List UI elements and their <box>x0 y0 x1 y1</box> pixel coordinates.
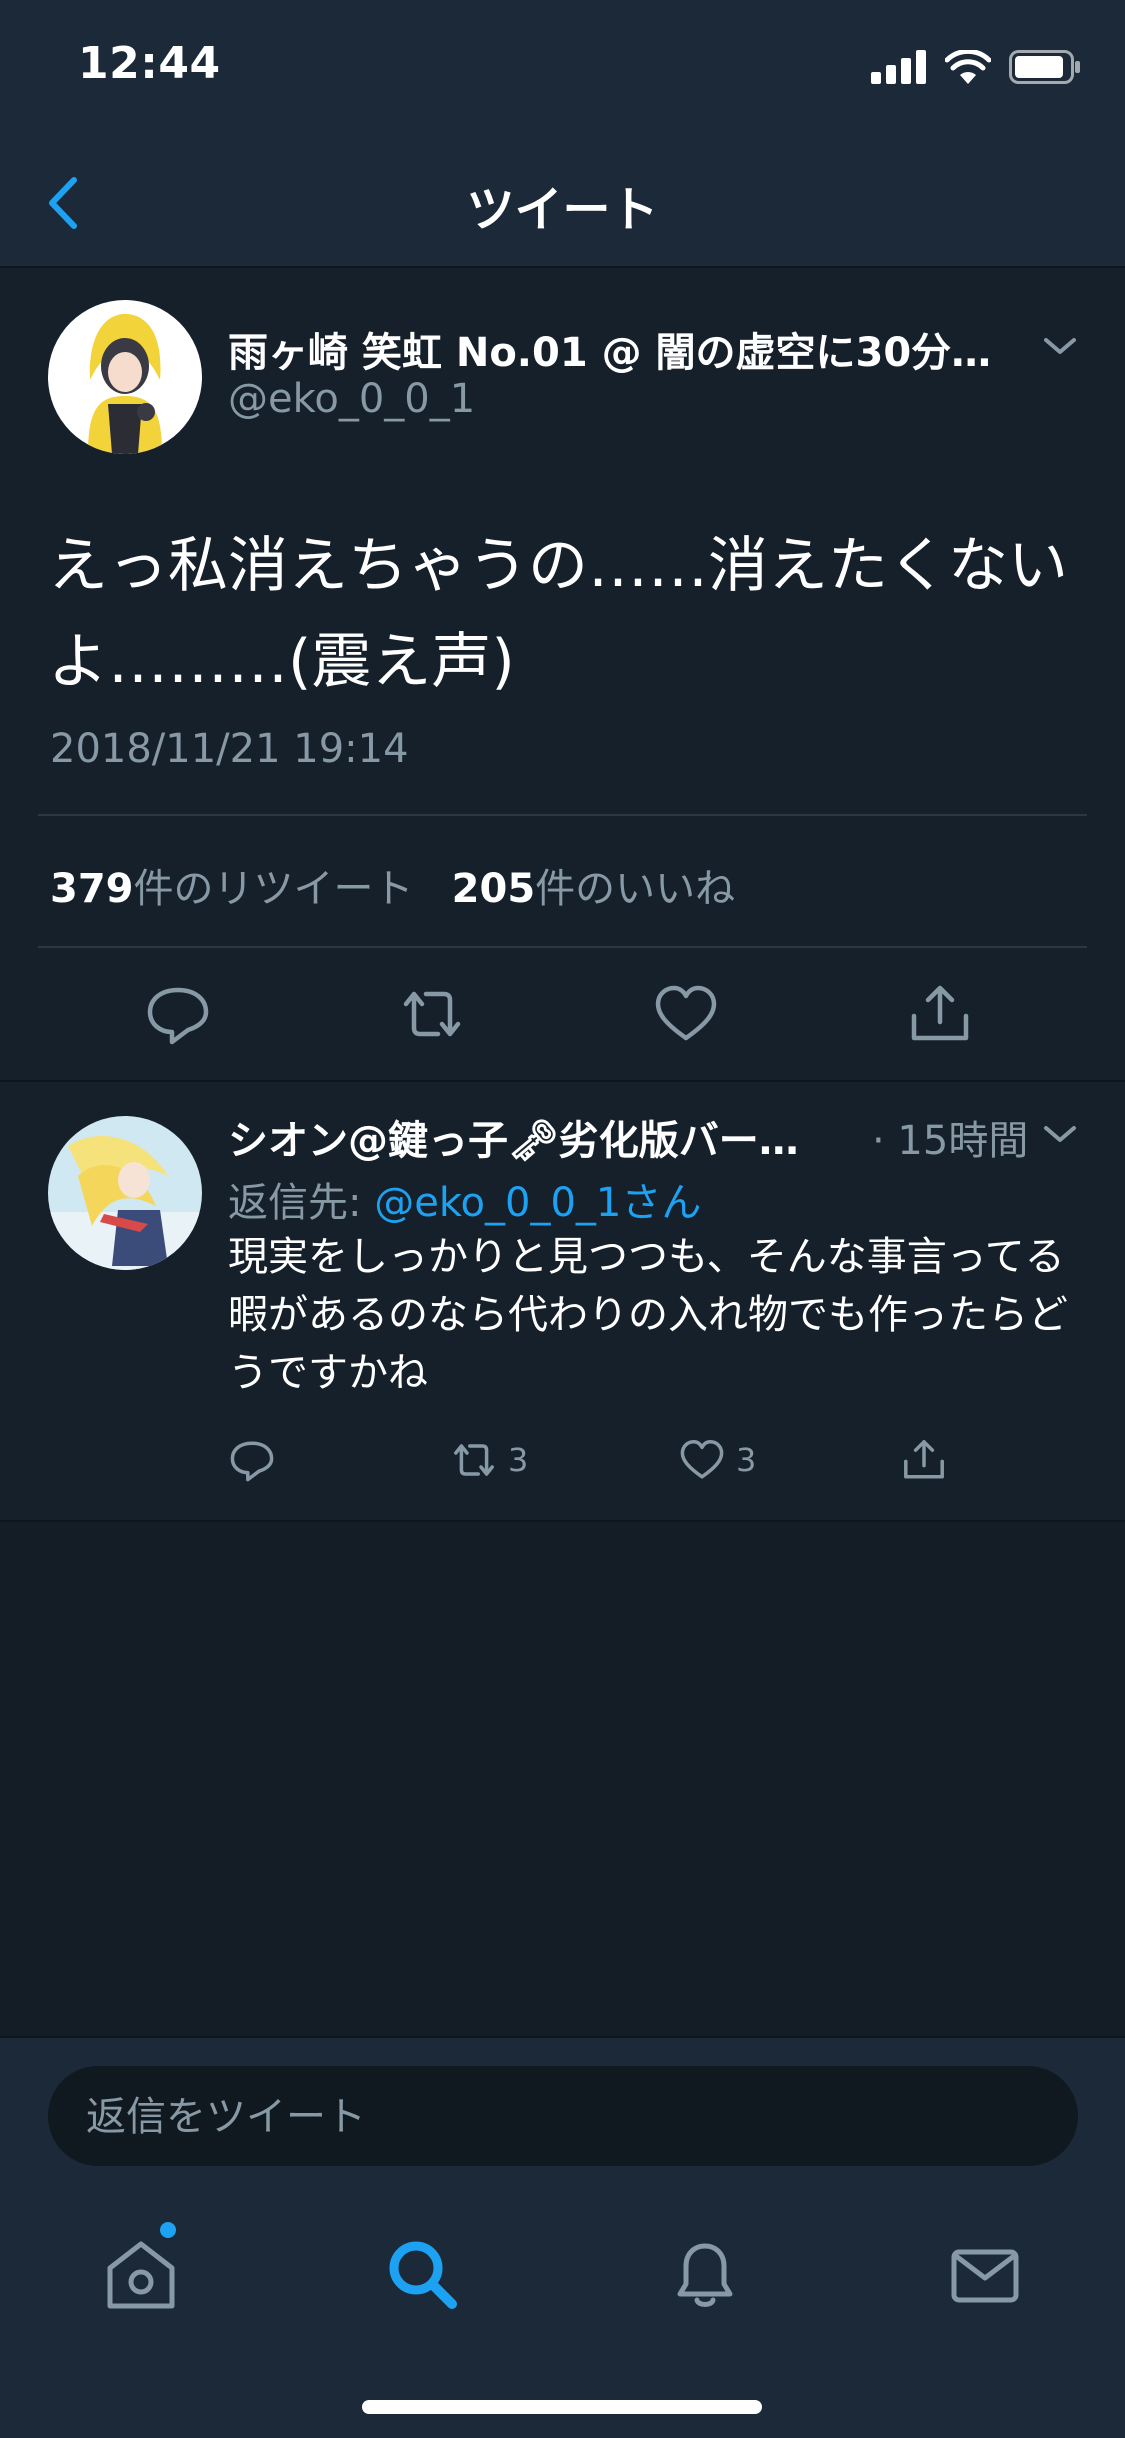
reply-to: 返信先: @eko_0_0_1さん <box>228 1170 701 1228</box>
notification-dot <box>160 2222 176 2238</box>
reply-input[interactable] <box>84 2066 1048 2168</box>
reply-to-mention[interactable]: @eko_0_0_1さん <box>374 1180 701 1226</box>
like-count: 205 <box>451 866 536 912</box>
display-name[interactable]: 雨ヶ崎 笑虹 No.01 @ 闇の虚空に30分… <box>228 320 1008 378</box>
nav-bar: ツイート <box>0 140 1125 268</box>
home-icon <box>107 2241 175 2309</box>
user-handle[interactable]: @eko_0_0_1 <box>228 376 475 422</box>
chevron-down-icon <box>1044 338 1076 354</box>
tweet-menu-button[interactable] <box>1040 1122 1080 1146</box>
retweet-button[interactable] <box>392 982 472 1046</box>
tab-home[interactable] <box>96 2230 186 2320</box>
reply-button[interactable] <box>224 1432 280 1488</box>
tweet-menu-button[interactable] <box>1040 334 1080 358</box>
like-button[interactable]: 3 <box>674 1432 756 1488</box>
divider <box>38 814 1087 816</box>
reply-button[interactable] <box>138 982 218 1046</box>
bell-icon <box>677 2243 733 2307</box>
retweet-button[interactable]: 3 <box>446 1432 528 1488</box>
tab-search[interactable] <box>378 2230 468 2320</box>
chevron-down-icon <box>1044 1126 1076 1142</box>
divider <box>38 946 1087 948</box>
main-tweet: 雨ヶ崎 笑虹 No.01 @ 闇の虚空に30分… @eko_0_0_1 えっ私消… <box>0 268 1125 1082</box>
retweet-icon <box>403 991 461 1037</box>
retweet-count: 3 <box>508 1441 529 1479</box>
retweet-label: 件のリツイート <box>133 866 414 912</box>
like-button[interactable] <box>646 982 726 1046</box>
page-title: ツイート <box>466 182 659 238</box>
home-indicator <box>362 2400 762 2414</box>
status-icons <box>871 50 1081 84</box>
tweet-stats: 379件のリツイート 205件のいいね <box>50 856 735 914</box>
reply-icon <box>147 987 209 1045</box>
share-icon <box>911 985 969 1041</box>
search-icon <box>389 2241 457 2309</box>
battery-icon <box>1009 50 1080 84</box>
share-button[interactable] <box>900 982 980 1046</box>
status-time: 12:44 <box>78 38 221 89</box>
avatar-image <box>48 300 202 454</box>
tweet-time: · 15時間 <box>872 1118 1029 1164</box>
wifi-icon <box>945 50 991 84</box>
avatar[interactable] <box>48 1116 202 1270</box>
avatar-image <box>48 1116 202 1270</box>
reply-icon <box>230 1441 274 1482</box>
compose-field[interactable] <box>48 2066 1078 2168</box>
tweet-text: えっ私消えちゃうの……消えたくないよ………(震え声) <box>48 531 1068 697</box>
share-button[interactable] <box>896 1432 952 1488</box>
bottom-bar <box>0 2036 1125 2438</box>
heart-icon <box>655 985 717 1041</box>
tweet-text: 現実をしっかりと見つつも、そんな事言ってる暇があるのなら代わりの入れ物でも作った… <box>228 1234 1068 1396</box>
mail-icon <box>951 2249 1019 2303</box>
share-icon <box>904 1440 944 1479</box>
like-label: 件のいいね <box>535 866 736 912</box>
display-name[interactable]: シオン@鍵っ子🗝劣化版バー… <box>228 1108 848 1166</box>
tab-messages[interactable] <box>940 2230 1030 2320</box>
retweet-stat[interactable]: 379件のリツイート <box>50 866 414 912</box>
heart-icon <box>680 1440 724 1479</box>
tweet-timestamp: 2018/11/21 19:14 <box>50 726 409 772</box>
reply-to-label: 返信先: <box>228 1180 362 1226</box>
retweet-count: 379 <box>50 866 134 912</box>
reply-tweet[interactable]: シオン@鍵っ子🗝劣化版バー… · 15時間 返信先: @eko_0_0_1さん … <box>0 1082 1125 1522</box>
like-stat[interactable]: 205件のいいね <box>452 866 736 912</box>
signal-icon <box>871 50 926 84</box>
tab-notifications[interactable] <box>660 2230 750 2320</box>
status-bar: 12:44 <box>0 0 1125 140</box>
like-count: 3 <box>736 1441 757 1479</box>
retweet-icon <box>454 1444 494 1476</box>
avatar[interactable] <box>48 300 202 454</box>
